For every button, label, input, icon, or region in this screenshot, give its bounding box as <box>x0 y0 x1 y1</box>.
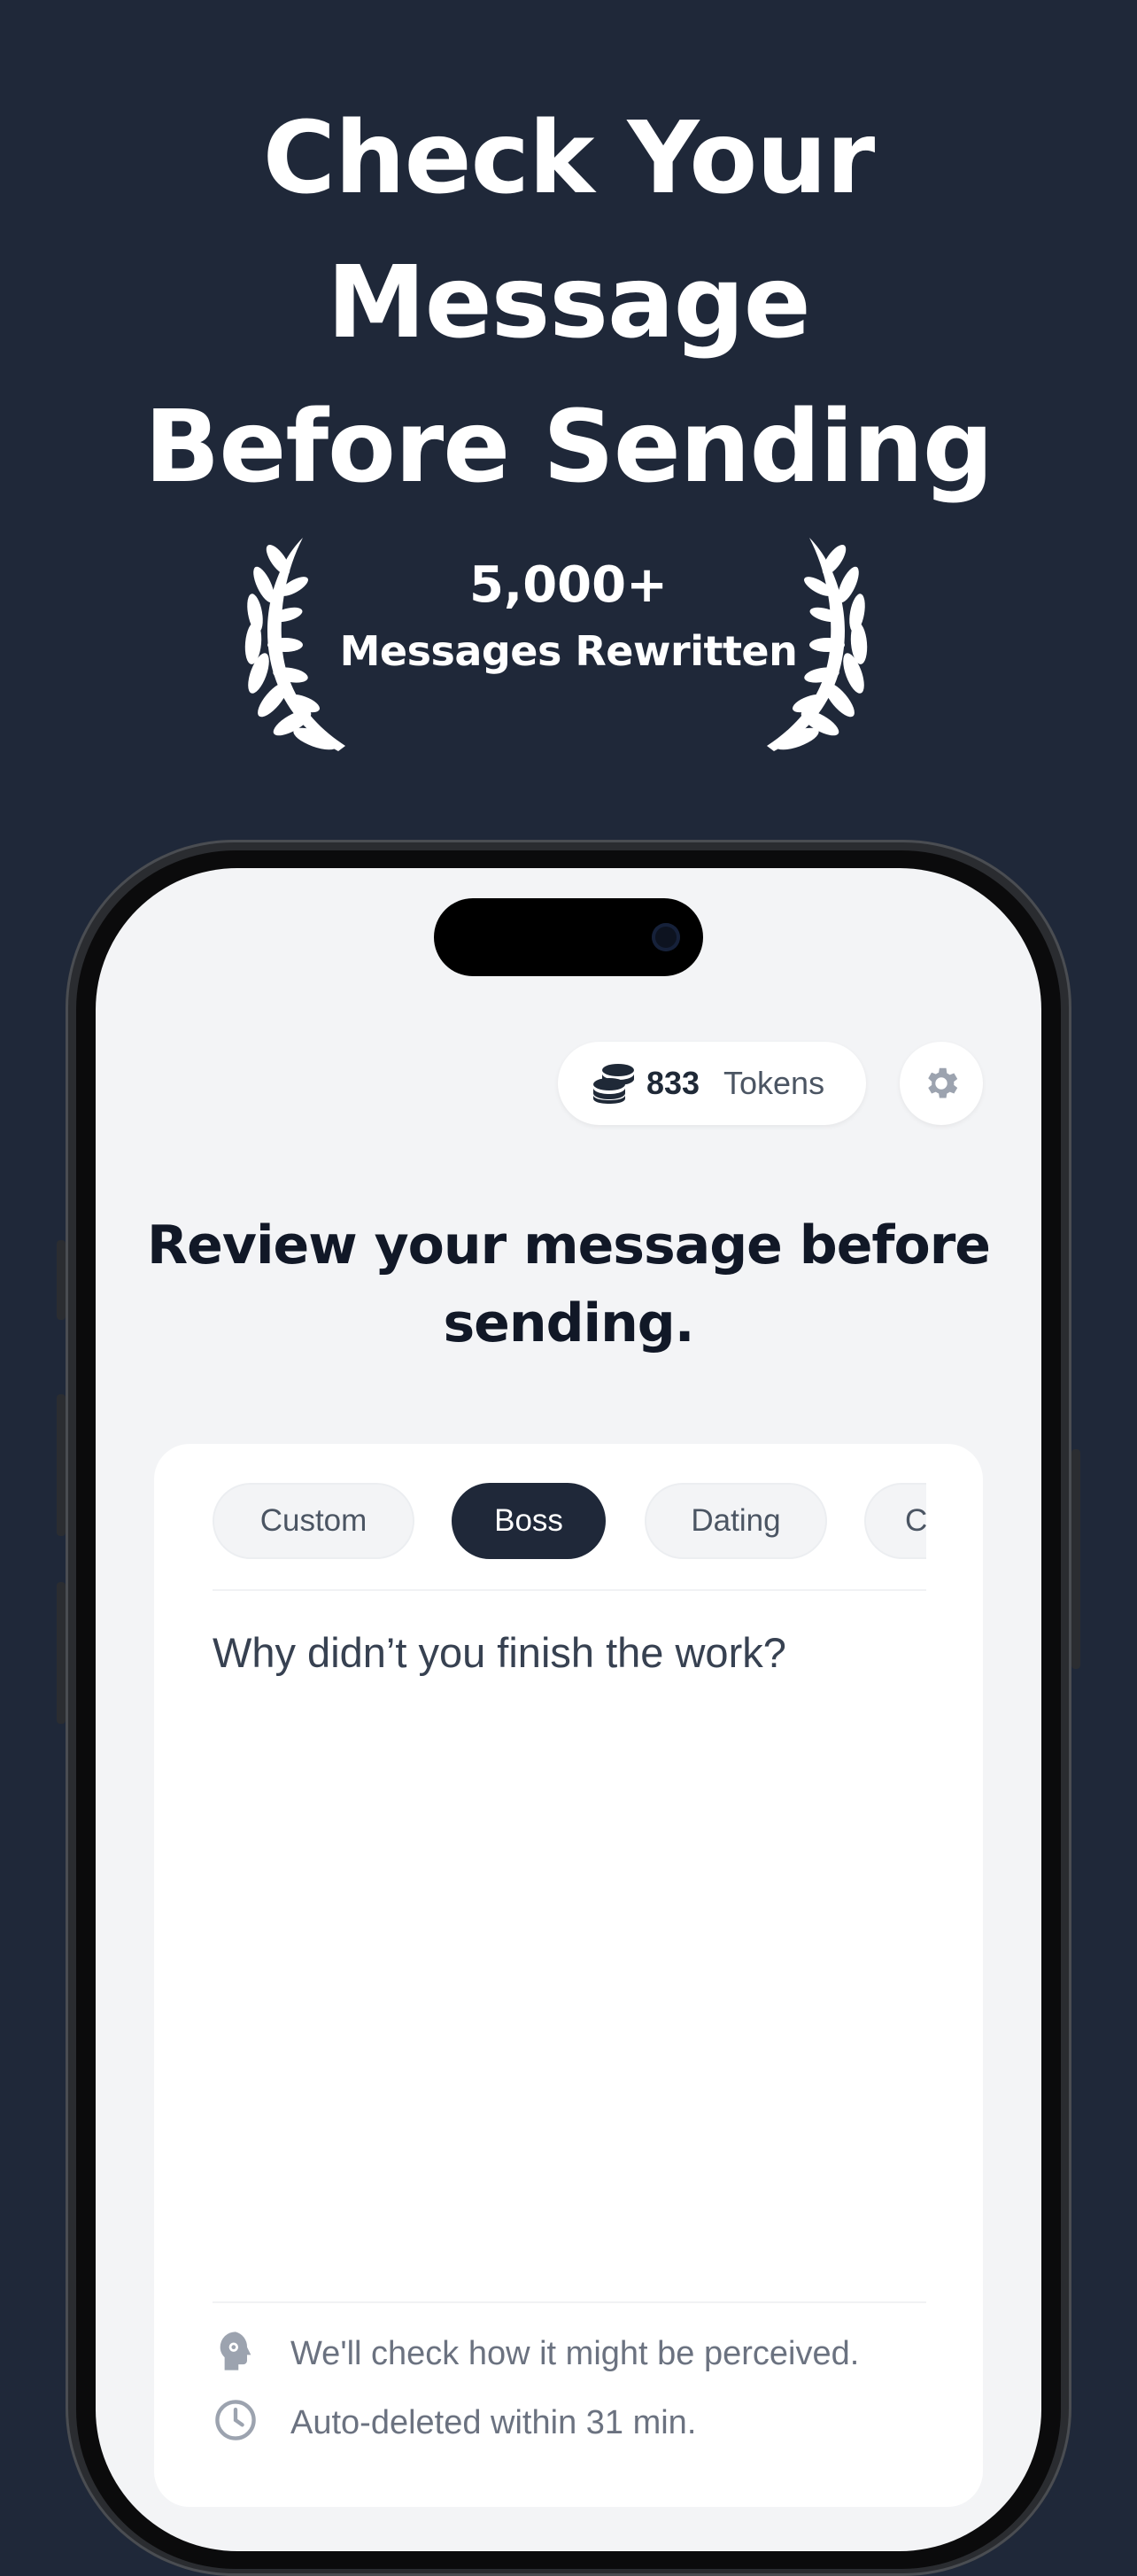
headline-line-1: Check Your <box>262 101 876 216</box>
phone-power-button <box>1071 1449 1080 1669</box>
headline: Check Your Message Before Sending <box>0 87 1137 520</box>
settings-button[interactable] <box>900 1042 983 1125</box>
gear-icon <box>928 1067 958 1098</box>
info-divider <box>213 2301 926 2303</box>
clock-icon <box>215 2400 256 2440</box>
phone-volume-down <box>57 1582 66 1724</box>
coins-icon <box>593 1064 634 1104</box>
page-title: Review your message before sending. <box>146 1214 991 1354</box>
brain-head-icon <box>220 2332 251 2370</box>
headline-line-3: Before Sending <box>143 390 994 505</box>
headline-line-2: Message <box>327 245 810 361</box>
category-tabs: Custom Boss Dating C <box>213 1481 926 1563</box>
phone-action-button <box>57 1240 66 1320</box>
stat-number: 5,000+ <box>468 556 669 614</box>
tab-more[interactable]: C <box>864 1483 926 1559</box>
message-input[interactable]: Why didn’t you finish the work? <box>213 1628 786 1677</box>
phone-volume-up <box>57 1394 66 1536</box>
dynamic-island <box>434 898 703 976</box>
info-perceived-text: We'll check how it might be perceived. <box>290 2335 860 2372</box>
tab-boss[interactable]: Boss <box>452 1483 606 1559</box>
tokens-button[interactable]: 833 Tokens <box>558 1042 866 1125</box>
camera-icon <box>652 923 680 951</box>
tokens-label: Tokens <box>723 1065 825 1101</box>
tabs-divider <box>213 1589 926 1591</box>
stat-label: Messages Rewritten <box>339 627 798 675</box>
tokens-count: 833 <box>646 1065 700 1101</box>
tab-custom[interactable]: Custom <box>213 1483 414 1559</box>
tab-dating[interactable]: Dating <box>645 1483 827 1559</box>
info-autodelete-text: Auto-deleted within 31 min. <box>290 2404 697 2441</box>
